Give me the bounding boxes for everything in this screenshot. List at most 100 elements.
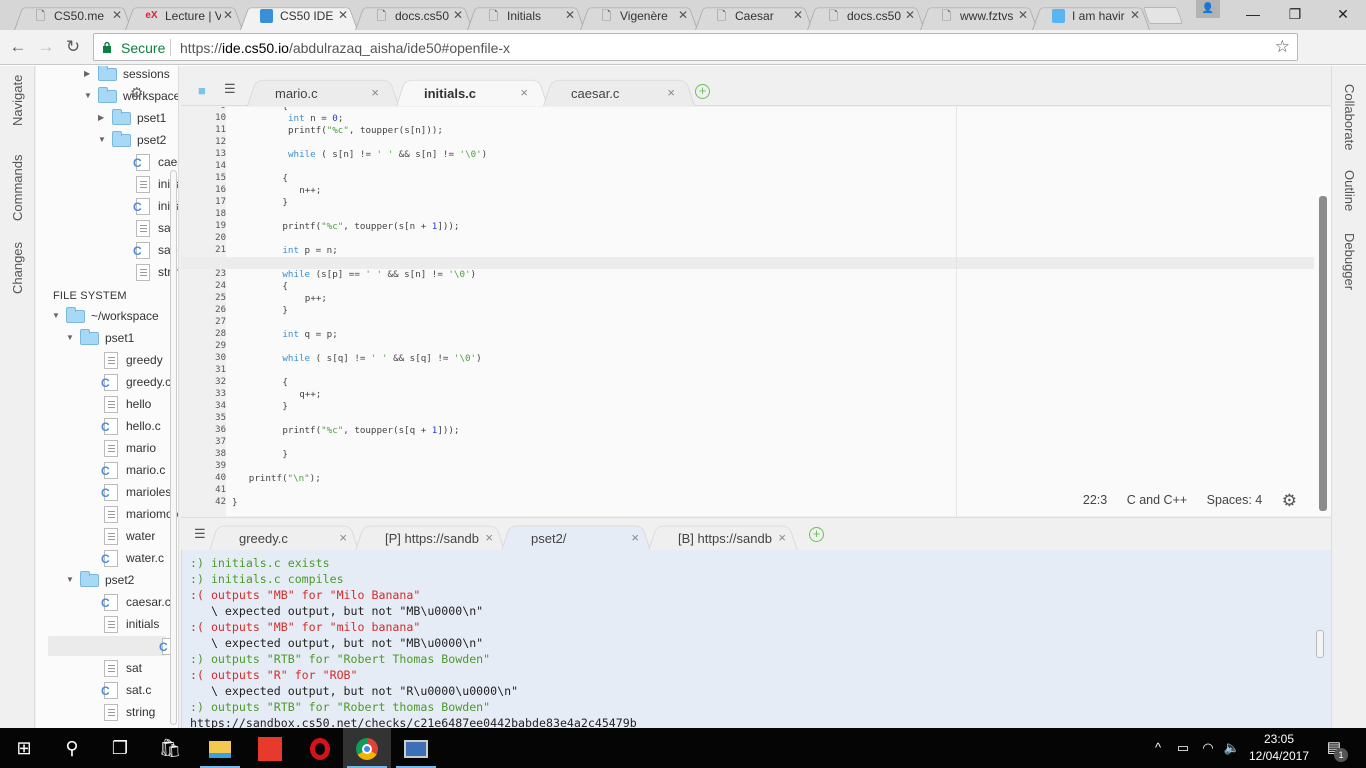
tab-close-icon[interactable]: ✕: [565, 8, 575, 22]
tree-file[interactable]: string: [36, 262, 178, 282]
tree-file[interactable]: Cinitials.c: [36, 196, 178, 216]
adobe-app-icon[interactable]: [246, 728, 294, 768]
code-line[interactable]: printf("%c", toupper(s[n]));: [288, 125, 443, 136]
tree-folder[interactable]: ▼ pset2: [36, 130, 178, 150]
gear-icon[interactable]: ⚙: [1282, 491, 1297, 511]
code-line[interactable]: q++;: [299, 389, 321, 400]
tab-close-icon[interactable]: ✕: [678, 8, 688, 22]
close-icon[interactable]: ×: [485, 530, 493, 545]
code-line[interactable]: int q = p;: [282, 329, 337, 340]
remote-desktop-icon[interactable]: [392, 728, 440, 768]
code-line[interactable]: printf("%c", toupper(s[q + 1]));: [282, 425, 459, 436]
tree-file[interactable]: greedy: [36, 350, 178, 370]
code-line[interactable]: printf("\n");: [249, 473, 321, 484]
browser-tab[interactable]: CS50 IDE ✕: [240, 3, 358, 30]
tree-file[interactable]: Cwater.c: [36, 548, 178, 568]
editor-scrollbar[interactable]: [1319, 196, 1327, 511]
code-line[interactable]: while ( s[n] != ' ' && s[n] != '\0'): [288, 149, 487, 160]
store-icon[interactable]: 🛍: [146, 728, 194, 768]
terminal-scrollbar[interactable]: [1316, 630, 1324, 658]
console-tab[interactable]: [B] https://sandb ×: [648, 522, 798, 551]
tree-file[interactable]: Cinitials.c: [48, 636, 176, 656]
code-line[interactable]: int p = n;: [282, 245, 337, 256]
address-bar[interactable]: Secure https://ide.cs50.io/abdulrazaq_ai…: [93, 33, 1298, 61]
add-tab-icon[interactable]: +: [695, 84, 710, 99]
code-line[interactable]: int n = 0;: [288, 113, 343, 124]
tree-file[interactable]: water: [36, 526, 178, 546]
code-line[interactable]: }: [282, 197, 288, 208]
caret-down-icon[interactable]: ▼: [98, 130, 106, 150]
editor-tab[interactable]: caesar.c ×: [543, 76, 695, 106]
browser-tab[interactable]: 🗋 Vigenère ✕: [580, 3, 698, 30]
close-icon[interactable]: ×: [778, 530, 786, 545]
panel-collaborate[interactable]: Collaborate: [1342, 84, 1357, 151]
new-tab-button[interactable]: [1142, 7, 1184, 24]
file-explorer-icon[interactable]: [196, 728, 244, 768]
tree-file[interactable]: Cmarioless.c: [36, 482, 178, 502]
tab-close-icon[interactable]: ✕: [112, 8, 122, 22]
close-icon[interactable]: ×: [667, 85, 675, 100]
tree-file[interactable]: mariomore: [36, 504, 178, 524]
browser-tab[interactable]: 🗋 CS50.me ✕: [14, 3, 132, 30]
tree-file[interactable]: Csat.c: [36, 680, 178, 700]
tree-folder[interactable]: ▼ pset1: [36, 328, 178, 348]
close-icon[interactable]: ×: [520, 85, 528, 100]
windows-start-icon[interactable]: ⊞: [0, 728, 48, 768]
show-hidden-icons-icon[interactable]: ^: [1150, 728, 1166, 768]
caret-down-icon[interactable]: ▼: [84, 86, 92, 106]
browser-tab[interactable]: 🗋 www.fztvs ✕: [920, 3, 1038, 30]
caret-down-icon[interactable]: ▼: [66, 328, 74, 348]
tab-close-icon[interactable]: ✕: [793, 8, 803, 22]
tree-scrollbar[interactable]: [170, 170, 177, 725]
add-tab-icon[interactable]: +: [809, 527, 824, 542]
tree-file[interactable]: Ccaesar.c: [36, 592, 178, 612]
caret-down-icon[interactable]: ▼: [52, 306, 60, 326]
tree-file[interactable]: sat: [36, 658, 178, 678]
code-line[interactable]: p++;: [305, 293, 327, 304]
reload-icon[interactable]: ↻: [63, 37, 83, 57]
browser-tab[interactable]: 🗋 Initials ✕: [467, 3, 585, 30]
chrome-icon[interactable]: [343, 728, 391, 768]
code-line[interactable]: }: [232, 497, 238, 508]
back-icon[interactable]: ←: [8, 37, 28, 57]
tab-close-icon[interactable]: ✕: [905, 8, 915, 22]
tab-close-icon[interactable]: ✕: [1130, 8, 1140, 22]
editor-tab[interactable]: mario.c ×: [247, 76, 399, 106]
tree-file[interactable]: hello: [36, 394, 178, 414]
panel-commands[interactable]: Commands: [10, 155, 25, 221]
caret-right-icon[interactable]: ▶: [84, 66, 90, 84]
task-view-icon[interactable]: ❐: [96, 728, 144, 768]
close-window-button[interactable]: ✕: [1320, 0, 1366, 28]
tree-folder[interactable]: ▶ sessions: [36, 66, 178, 84]
console-tab[interactable]: [P] https://sandb ×: [355, 522, 505, 551]
language-mode[interactable]: C and C++: [1127, 493, 1187, 507]
code-line[interactable]: n++;: [299, 185, 321, 196]
browser-tab[interactable]: eX Lecture | V ✕: [125, 3, 243, 30]
code-line[interactable]: while ( s[q] != ' ' && s[q] != '\0'): [282, 353, 481, 364]
caret-down-icon[interactable]: ▼: [66, 570, 74, 590]
tab-close-icon[interactable]: ✕: [223, 8, 233, 22]
tree-folder[interactable]: ▼ ~/workspace: [36, 306, 178, 326]
tab-close-icon[interactable]: ✕: [453, 8, 463, 22]
tab-close-icon[interactable]: ✕: [1018, 8, 1028, 22]
profile-icon[interactable]: 👤: [1196, 0, 1220, 18]
browser-tab[interactable]: 🗋 docs.cs50 ✕: [355, 3, 473, 30]
tree-file[interactable]: Csat.c: [36, 240, 178, 260]
minimize-button[interactable]: —: [1230, 0, 1276, 28]
browser-tab[interactable]: 🗋 Caesar ✕: [695, 3, 813, 30]
folder-icon[interactable]: ■: [198, 83, 206, 98]
clock[interactable]: 23:05 12/04/2017: [1244, 731, 1314, 765]
volume-icon[interactable]: 🔈: [1222, 728, 1242, 768]
panel-changes[interactable]: Changes: [10, 242, 25, 294]
tree-folder[interactable]: ▼ pset2: [36, 570, 178, 590]
bookmark-star-icon[interactable]: ☆: [1275, 37, 1290, 57]
restore-button[interactable]: ❐: [1272, 0, 1318, 28]
list-icon[interactable]: ☰: [194, 526, 206, 542]
tab-close-icon[interactable]: ✕: [338, 8, 348, 22]
forward-icon[interactable]: →: [36, 37, 56, 57]
tree-folder[interactable]: ▶ pset1: [36, 108, 178, 128]
editor-tab[interactable]: initials.c ×: [396, 76, 548, 106]
code-line[interactable]: {: [282, 377, 288, 388]
cursor-position[interactable]: 22:3: [1083, 493, 1107, 507]
search-icon[interactable]: ⚲: [48, 728, 96, 768]
